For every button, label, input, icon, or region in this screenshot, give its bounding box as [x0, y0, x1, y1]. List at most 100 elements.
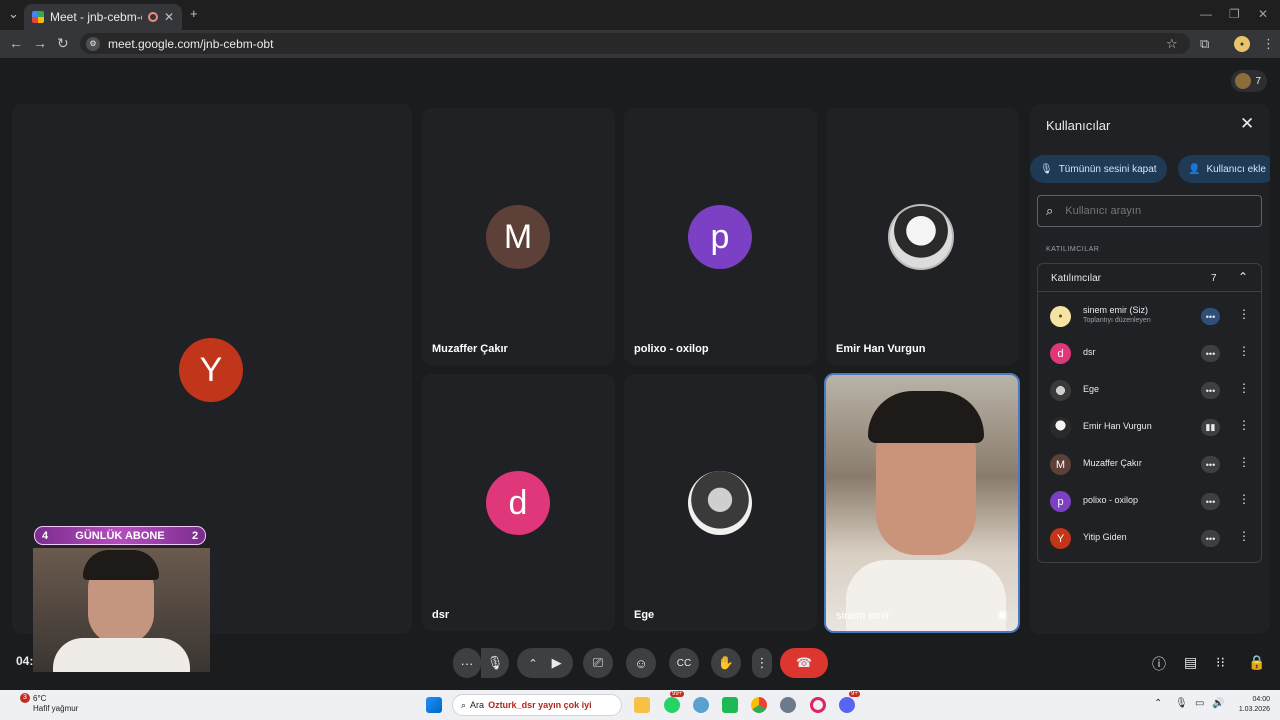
participant-row[interactable]: p polixo - oxilop ••• ⋮ — [1038, 483, 1261, 520]
tile-avatar: d — [486, 471, 550, 535]
app-icon[interactable] — [722, 697, 738, 713]
emoji-icon: ☺ — [634, 655, 648, 671]
url-field[interactable]: ⚙ meet.google.com/jnb-cebm-obt — [80, 33, 1190, 54]
participant-row[interactable]: M Muzaffer Çakır ••• ⋮ — [1038, 446, 1261, 483]
minimize-icon[interactable]: — — [1200, 7, 1212, 21]
options-button[interactable]: ⋮ — [752, 648, 772, 678]
camera-button[interactable]: ⌃ ▶ — [517, 648, 573, 678]
more-options-icon[interactable]: ••• — [1201, 382, 1220, 399]
avatar — [1050, 380, 1071, 401]
tab-close-icon[interactable]: ✕ — [164, 10, 174, 24]
more-controls-button[interactable]: ··· — [453, 648, 481, 678]
participant-row[interactable]: ● sinem emir (Siz) Toplantıyı düzenleyen… — [1038, 298, 1261, 335]
participant-row[interactable]: Y Yitip Giden ••• ⋮ — [1038, 520, 1261, 557]
whatsapp-icon[interactable] — [664, 697, 680, 713]
avatar — [1050, 417, 1071, 438]
more-options-icon[interactable]: ••• — [1201, 530, 1220, 547]
profile-avatar[interactable]: ● — [1234, 36, 1250, 52]
weather-desc: Hafif yağmur — [33, 704, 79, 713]
participant-row[interactable]: Ege ••• ⋮ — [1038, 372, 1261, 409]
group-label: Katılımcılar — [1051, 273, 1102, 284]
camera-icon: ▶ — [551, 655, 562, 670]
participant-subtitle: Toplantıyı düzenleyen — [1083, 317, 1151, 324]
weather-badge: 3 — [20, 693, 30, 703]
host-controls-icon[interactable]: 🔒 — [1248, 654, 1265, 671]
kebab-menu-icon[interactable]: ⋮ — [1238, 455, 1250, 469]
new-tab-icon[interactable]: + — [190, 6, 198, 21]
present-button[interactable]: ⎚ — [583, 648, 613, 678]
window-close-icon[interactable]: ✕ — [1258, 7, 1268, 21]
raise-hand-button[interactable]: ✋ — [711, 648, 741, 678]
app-icon[interactable] — [693, 697, 709, 713]
settings-gear-icon[interactable] — [780, 697, 796, 713]
participant-name: dsr — [1083, 347, 1096, 357]
mute-all-button[interactable]: 🎙 Tümünün sesini kapat — [1030, 155, 1167, 183]
tray-chevron-icon[interactable]: ⌃ — [1154, 698, 1162, 709]
kebab-menu-icon[interactable]: ⋮ — [1238, 307, 1250, 321]
captions-button[interactable]: CC — [669, 648, 699, 678]
tab-search-chevron-icon[interactable]: ⌄ — [8, 6, 19, 22]
emoji-button[interactable]: ☺ — [626, 648, 656, 678]
tray-clock[interactable]: 04:00 1.03.2026 — [1225, 695, 1270, 715]
leave-call-button[interactable]: ☎ — [780, 648, 828, 678]
participant-row[interactable]: Emir Han Vurgun ▮▮ ⋮ — [1038, 409, 1261, 446]
participant-name: Yitip Giden — [1083, 532, 1127, 542]
back-icon[interactable]: ← — [9, 35, 23, 51]
volume-icon[interactable]: 🔊 — [1212, 698, 1224, 709]
video-tile-sinem[interactable]: sinem emir ▣ — [824, 373, 1020, 633]
kebab-menu-icon[interactable]: ⋮ — [1238, 492, 1250, 506]
info-icon[interactable]: ⓘ — [1152, 654, 1166, 674]
kebab-menu-icon[interactable]: ⋮ — [1238, 418, 1250, 432]
tile-name: dsr — [432, 609, 450, 621]
forward-icon[interactable]: → — [33, 35, 47, 51]
search-field[interactable]: ⌕ — [1037, 195, 1262, 227]
participant-name: Muzaffer Çakır — [1083, 458, 1142, 468]
extensions-icon[interactable]: ⧉ — [1200, 36, 1209, 52]
participants-badge[interactable]: 7 — [1231, 70, 1267, 92]
meeting-clock: 04: — [16, 654, 34, 668]
activities-icon[interactable]: ⁝⁝ — [1216, 654, 1225, 671]
video-tile-emirhan[interactable]: Emir Han Vurgun — [826, 108, 1019, 365]
chevron-up-icon[interactable]: ⌃ — [1238, 270, 1248, 284]
section-label: KATILIMCILAR — [1046, 246, 1100, 253]
start-windows-icon[interactable] — [426, 697, 442, 713]
taskbar-search[interactable]: ⌕ Ara Ozturk_dsr yayın çok iyi — [452, 694, 622, 716]
add-user-button[interactable]: 👤 Kullanıcı ekle — [1178, 155, 1270, 183]
weather-widget[interactable]: 3 6°C Hafif yağmur — [10, 693, 79, 714]
site-info-icon[interactable]: ⚙ — [86, 36, 100, 51]
network-icon[interactable]: ▭ — [1195, 698, 1204, 709]
bookmark-star-icon[interactable]: ☆ — [1166, 36, 1178, 52]
reload-icon[interactable]: ↻ — [57, 35, 69, 52]
ellipsis-icon: ··· — [460, 655, 474, 671]
kebab-menu-icon[interactable]: ⋮ — [1238, 344, 1250, 358]
search-input[interactable] — [1065, 205, 1236, 217]
opera-icon[interactable] — [810, 697, 826, 713]
chat-icon[interactable]: ▤ — [1184, 654, 1197, 671]
tile-name: polixo - oxilop — [634, 343, 709, 355]
discord-icon[interactable] — [839, 697, 855, 713]
meet-favicon-icon — [32, 11, 44, 23]
more-options-icon[interactable]: ••• — [1201, 456, 1220, 473]
tray-mic-icon[interactable]: 🎙 — [1175, 698, 1188, 709]
file-explorer-icon[interactable] — [634, 697, 650, 713]
close-icon[interactable]: ✕ — [1240, 114, 1254, 134]
more-options-icon[interactable]: ••• — [1201, 308, 1220, 325]
pip-icon[interactable]: ▣ — [997, 608, 1007, 621]
video-tile-dsr[interactable]: d dsr — [422, 374, 615, 631]
chrome-icon[interactable] — [751, 697, 767, 713]
video-tile-polixo[interactable]: p polixo - oxilop — [624, 108, 817, 365]
avatar: M — [1050, 454, 1071, 475]
kebab-menu-icon[interactable]: ⋮ — [1238, 381, 1250, 395]
browser-tab[interactable]: Meet - jnb-cebm-obt ✕ — [24, 4, 182, 30]
streamer-webcam-overlay — [33, 548, 210, 672]
video-tile-ege[interactable]: Ege — [624, 374, 817, 631]
participant-group-header[interactable]: Katılımcılar 7 ⌃ — [1038, 264, 1261, 292]
browser-menu-icon[interactable]: ⋮ — [1262, 36, 1275, 52]
participant-row[interactable]: d dsr ••• ⋮ — [1038, 335, 1261, 372]
restore-icon[interactable]: ❐ — [1229, 7, 1240, 21]
more-options-icon[interactable]: ••• — [1201, 493, 1220, 510]
more-options-icon[interactable]: ••• — [1201, 345, 1220, 362]
kebab-menu-icon[interactable]: ⋮ — [1238, 529, 1250, 543]
avatar: d — [1050, 343, 1071, 364]
video-tile-muzaffer[interactable]: M Muzaffer Çakır — [422, 108, 615, 365]
